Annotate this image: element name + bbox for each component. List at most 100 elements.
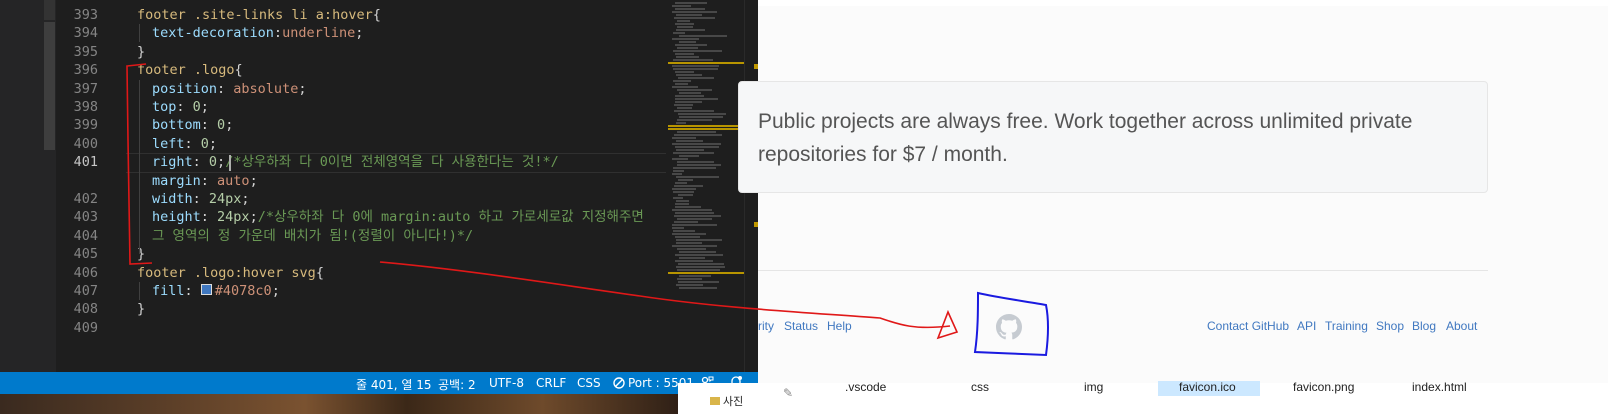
minimap-line	[676, 176, 719, 178]
minimap-line	[672, 224, 717, 226]
code-token: ;	[217, 154, 226, 171]
minimap-line	[675, 83, 688, 85]
minimap-line	[676, 149, 704, 151]
status-encoding[interactable]: UTF-8	[489, 376, 524, 390]
photo-folder-label: 사진	[723, 396, 744, 408]
code-token: position	[152, 80, 218, 97]
footer-link-training[interactable]: Training	[1325, 319, 1368, 333]
text-cursor	[229, 155, 231, 171]
code-line[interactable]: width: 24px;	[152, 190, 250, 208]
code-token: ;	[225, 117, 234, 134]
minimap-line	[674, 104, 693, 106]
status-cursor-position[interactable]: 줄 401, 열 15	[356, 376, 432, 393]
line-number: 406	[73, 264, 98, 281]
status-eol[interactable]: CRLF	[536, 376, 566, 390]
footer-link-contact-github[interactable]: Contact GitHub	[1207, 319, 1289, 333]
footer-link-status[interactable]: Status	[784, 319, 818, 333]
line-number: 396	[73, 62, 98, 79]
status-indentation[interactable]: 공백: 2	[438, 376, 476, 393]
code-token: 0	[192, 99, 201, 115]
code-token: }	[137, 43, 146, 60]
minimap-line	[675, 203, 689, 205]
minimap-line	[679, 155, 699, 157]
folder-label-photos[interactable]: 사진	[710, 393, 743, 409]
browser-page: Public projects are always free. Work to…	[738, 0, 1608, 383]
page-top-edge	[758, 0, 1608, 6]
code-line[interactable]: footer .logo:hover svg{	[137, 264, 324, 282]
minimap-line	[672, 143, 721, 145]
minimap-line	[673, 59, 713, 61]
code-editor[interactable]: 393 394 395 396 397 398 399 400 401 402 403 404 405 4…	[0, 0, 758, 372]
footer-link-shop[interactable]: Shop	[1376, 319, 1404, 333]
minimap-line	[676, 56, 699, 58]
code-area[interactable]: footer .site-links li a:hover{text-decor…	[126, 0, 666, 372]
minimap-line	[675, 260, 713, 262]
footer-link-security[interactable]: rity	[758, 319, 774, 333]
no-entry-icon	[613, 377, 625, 389]
minimap-line	[679, 116, 723, 118]
code-line[interactable]: footer .logo{	[137, 61, 243, 79]
footer-link-about[interactable]: About	[1446, 319, 1477, 333]
minimap-line	[672, 86, 698, 88]
minimap-line	[676, 74, 702, 76]
footer-link-api[interactable]: API	[1297, 319, 1316, 333]
file-item-selected[interactable]: favicon.ico	[1179, 380, 1236, 394]
file-item[interactable]: favicon.png	[1293, 380, 1354, 394]
code-line[interactable]: height: 24px;/*상우하좌 다 0에 margin:auto 하고 …	[152, 208, 644, 226]
file-item[interactable]: index.html	[1412, 380, 1467, 394]
editor-left-panel	[0, 0, 56, 372]
minimap-line	[673, 167, 716, 169]
code-token: fill	[152, 283, 185, 299]
code-line[interactable]: bottom: 0;	[152, 116, 233, 134]
code-line[interactable]: fill: #4078c0;	[152, 282, 280, 300]
code-token: ;	[241, 191, 250, 207]
desktop-photo-strip	[0, 394, 678, 414]
minimap-line	[677, 278, 702, 280]
minimap-line	[678, 194, 693, 196]
code-line[interactable]: }	[137, 43, 145, 61]
minimap-line	[677, 161, 714, 163]
code-token: text-decoration	[152, 25, 274, 42]
file-item[interactable]: img	[1084, 380, 1103, 394]
footer-link-help[interactable]: Help	[827, 319, 852, 333]
code-token: ;	[200, 99, 209, 115]
minimap-line	[677, 47, 698, 49]
minimap-line	[675, 8, 705, 10]
minimap[interactable]	[668, 0, 744, 372]
file-item[interactable]: css	[971, 380, 989, 394]
code-line[interactable]: text-decoration:underline;	[152, 24, 363, 42]
code-token: width	[152, 191, 193, 207]
line-number: 409	[73, 319, 98, 336]
status-language[interactable]: CSS	[577, 376, 601, 390]
code-line[interactable]: 그 영역의 정 가운데 배치가 됨!(정렬이 아니다!)*/	[152, 227, 473, 245]
line-number-gutter: 393 394 395 396 397 398 399 400 401 402 403 404 405 4…	[56, 0, 126, 372]
code-line[interactable]: left: 0;	[152, 135, 217, 153]
minimap-line	[672, 188, 696, 190]
minimap-line	[675, 101, 702, 103]
line-number: 395	[73, 43, 98, 60]
code-line[interactable]: }	[137, 300, 145, 318]
status-bar: 줄 401, 열 15 공백: 2 UTF-8 CRLF CSS Port : …	[0, 372, 758, 394]
minimap-line	[672, 65, 719, 67]
code-token: left	[152, 135, 185, 152]
code-line[interactable]: top: 0;	[152, 98, 209, 116]
line-number: 397	[73, 80, 98, 97]
pin-icon[interactable]: ✎	[783, 386, 793, 400]
code-line[interactable]: footer .site-links li a:hover{	[137, 6, 381, 24]
color-swatch[interactable]	[200, 284, 212, 295]
minimap-line	[672, 209, 712, 211]
minimap-line	[672, 5, 691, 7]
code-line[interactable]: margin: auto;	[152, 172, 258, 190]
code-token: :	[176, 99, 193, 115]
panel-scrollbar[interactable]	[44, 22, 55, 150]
code-token: :	[200, 117, 218, 134]
github-octocat-icon[interactable]	[996, 314, 1022, 340]
code-line[interactable]: right: 0;/*상우하좌 다 0이면 전체영역을 다 사용한다는 것!*/	[152, 153, 559, 171]
minimap-line	[672, 38, 699, 40]
footer-link-blog[interactable]: Blog	[1412, 319, 1436, 333]
minimap-line	[675, 95, 704, 97]
folder-icon	[710, 397, 720, 405]
file-item[interactable]: .vscode	[845, 380, 886, 394]
code-token: underline	[282, 25, 356, 42]
code-line[interactable]: position: absolute;	[152, 80, 306, 98]
